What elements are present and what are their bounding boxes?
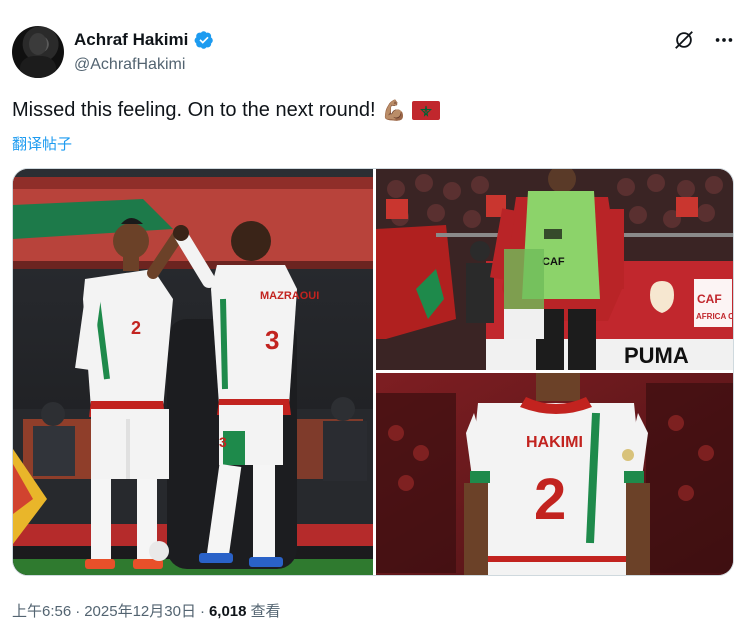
svg-text:3: 3 — [219, 434, 227, 450]
shirt-number-left: 2 — [131, 318, 141, 338]
banner-puma: PUMA — [624, 343, 689, 368]
top-actions — [672, 28, 736, 52]
shirt-number-mazraoui: 3 — [265, 325, 279, 355]
post-time[interactable]: 上午6:56 — [12, 600, 71, 621]
views-label: 查看 — [250, 603, 281, 620]
tweet-meta: 上午6:56 · 2025年12月30日 · 6,018 查看 — [12, 600, 281, 621]
photo-hakimi-back[interactable]: HAKIMI 2 — [376, 373, 733, 575]
translate-post-link[interactable]: 翻译帖子 — [12, 133, 72, 154]
photo-high-five[interactable]: 2 MAZRAOUI 3 3 — [13, 169, 373, 575]
banner-africa-cup: AFRICA CUP — [696, 312, 734, 321]
shirt-number-hakimi: 2 — [534, 467, 566, 532]
shirt-name-mazraoui: MAZRAOUI — [260, 290, 319, 302]
media-grid: 2 MAZRAOUI 3 3 PUMA CAF AFRICA C CAF HAK… — [12, 168, 734, 576]
author-name-row[interactable]: Achraf Hakimi — [74, 30, 214, 50]
author-handle[interactable]: @AchrafHakimi — [74, 56, 185, 74]
flexed-biceps-emoji: 💪🏽 — [381, 100, 407, 122]
tweet-text-body: Missed this feeling. On to the next roun… — [12, 99, 376, 121]
shirt-name-hakimi: HAKIMI — [526, 434, 583, 451]
views-count: 6,018 — [208, 603, 247, 620]
verified-badge-icon — [194, 31, 214, 49]
meta-separator: · — [199, 603, 205, 620]
post-date[interactable]: 2025年12月30日 — [84, 600, 196, 621]
banner-caf: CAF — [697, 292, 722, 306]
author-display-name[interactable]: Achraf Hakimi — [74, 30, 188, 50]
more-button[interactable] — [712, 28, 736, 52]
avatar[interactable] — [12, 26, 64, 78]
tweet-text: Missed this feeling. On to the next roun… — [12, 98, 441, 123]
bib-text: CAF — [542, 256, 565, 268]
photo-warmup-bib[interactable]: PUMA CAF AFRICA CUP CAF — [376, 169, 734, 370]
meta-separator: · — [75, 603, 81, 620]
grok-button[interactable] — [672, 28, 696, 52]
grok-icon — [675, 31, 693, 49]
tweet-card: Achraf Hakimi @AchrafHakimi Missed this … — [0, 0, 750, 621]
more-icon — [715, 38, 733, 42]
morocco-flag-icon — [412, 101, 441, 120]
